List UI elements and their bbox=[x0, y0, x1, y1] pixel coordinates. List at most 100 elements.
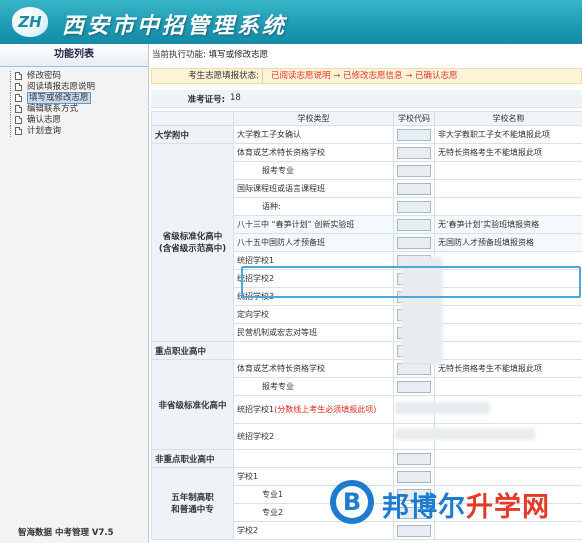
school-name-cell bbox=[434, 341, 582, 360]
main-panel: 当前执行功能: 填写或修改志愿 考生志愿填报状态: 已阅读志愿说明 → 已修改志愿… bbox=[149, 44, 582, 543]
site-watermark: B 邦博尔升学网 bbox=[330, 480, 580, 525]
school-code-cell bbox=[393, 125, 435, 144]
school-name-cell bbox=[434, 269, 582, 288]
school-name-note: 无‘春笋计划’实验班填报资格 bbox=[434, 215, 582, 234]
table-row: 大学附中 大学教工子女确认 非大学教职工子女不能填报此项 bbox=[151, 125, 582, 144]
document-icon bbox=[15, 127, 22, 135]
app-logo: ZH bbox=[12, 7, 48, 37]
document-icon bbox=[15, 83, 22, 91]
current-function-value: 填写或修改志愿 bbox=[208, 50, 269, 60]
school-name-cell bbox=[434, 251, 582, 270]
school-code-input[interactable] bbox=[397, 200, 431, 213]
table-row: 非省级标准化高中 体育或艺术特长资格学校 无特长资格考生不能填报此项 bbox=[151, 359, 582, 450]
menu-item-change-password[interactable]: 修改密码 bbox=[0, 71, 148, 82]
function-menu: 修改密码 阅读填报志愿说明 填写或修改志愿 编辑联系方式 确认志愿 计划查询 bbox=[0, 71, 148, 137]
current-function: 当前执行功能: 填写或修改志愿 bbox=[152, 48, 268, 60]
school-code-cell bbox=[393, 143, 435, 162]
watermark-text-b: 升学网 bbox=[466, 492, 550, 523]
system-title: 西安市中招管理系统 bbox=[62, 13, 288, 39]
school-name-cell bbox=[434, 197, 582, 216]
status-label: 考生志愿填报状态: bbox=[152, 69, 263, 83]
menu-item-label[interactable]: 确认志愿 bbox=[27, 115, 61, 125]
header-school-type: 学校类型 bbox=[233, 111, 394, 126]
school-code-input[interactable] bbox=[397, 128, 431, 141]
document-icon bbox=[15, 94, 22, 102]
menu-item-confirm-application[interactable]: 确认志愿 bbox=[0, 115, 148, 126]
school-name-cell bbox=[434, 377, 582, 396]
footer-version: 智海数据 中考管理 V7.5 bbox=[18, 528, 114, 538]
application-status-bar: 考生志愿填报状态: 已阅读志愿说明 → 已修改志愿信息 → 已确认志愿 bbox=[151, 68, 582, 84]
app-header: ZH 西安市中招管理系统 bbox=[0, 0, 582, 44]
school-type bbox=[233, 449, 394, 468]
school-code-input[interactable] bbox=[397, 218, 431, 231]
school-code-input[interactable] bbox=[397, 524, 431, 537]
school-type: 报考专业 bbox=[233, 161, 394, 180]
school-code-cell bbox=[393, 197, 435, 216]
exam-number-label: 准考证号: bbox=[187, 95, 225, 105]
school-name-cell bbox=[434, 323, 582, 342]
school-name-cell bbox=[434, 449, 582, 468]
school-type: 统招学校3 bbox=[233, 287, 394, 306]
exam-number-row: 准考证号: 18 bbox=[151, 90, 582, 108]
menu-item-fill-application[interactable]: 填写或修改志愿 bbox=[0, 92, 148, 104]
application-table: 学校类型 学校代码 学校名称 大学附中 大学教工子女确认 非大学教职工子女不能填… bbox=[151, 111, 582, 540]
school-code-input[interactable] bbox=[397, 380, 431, 393]
category-university-affiliated: 大学附中 bbox=[151, 125, 234, 144]
school-name-cell bbox=[434, 287, 582, 306]
school-code-cell bbox=[393, 161, 435, 180]
watermark-logo-icon: B bbox=[330, 480, 374, 524]
school-code-cell bbox=[393, 179, 435, 198]
school-code-input[interactable] bbox=[397, 236, 431, 249]
current-function-label: 当前执行功能: bbox=[152, 50, 206, 60]
school-type: 统招学校2 bbox=[233, 423, 394, 450]
menu-item-label[interactable]: 计划查询 bbox=[27, 126, 61, 136]
school-type-required-note: (分数线上考生必须填报此项) bbox=[274, 405, 377, 414]
document-icon bbox=[15, 105, 22, 113]
school-type-label: 统招学校1 bbox=[237, 405, 275, 414]
school-name-note: 无国防人才预备班填报资格 bbox=[434, 233, 582, 252]
header-school-code: 学校代码 bbox=[393, 111, 435, 126]
table-row: 非重点职业高中 bbox=[151, 449, 582, 468]
category-key-vocational: 重点职业高中 bbox=[151, 341, 234, 360]
table-row: 省级标准化高中 (含省级示范高中) 体育或艺术特长资格学校 无特长资格考生不能填… bbox=[151, 143, 582, 342]
school-type: 定向学校 bbox=[233, 305, 394, 324]
menu-item-plan-query[interactable]: 计划查询 bbox=[0, 126, 148, 137]
watermark-logo-glyph: B bbox=[336, 486, 368, 518]
document-icon bbox=[15, 72, 22, 80]
menu-item-label[interactable]: 修改密码 bbox=[27, 71, 61, 81]
school-code-input[interactable] bbox=[397, 164, 431, 177]
school-code-cell bbox=[393, 215, 435, 234]
school-type bbox=[233, 341, 394, 360]
school-code-input[interactable] bbox=[397, 146, 431, 159]
menu-item-label[interactable]: 填写或修改志愿 bbox=[27, 92, 91, 104]
sidebar-title: 功能列表 bbox=[0, 44, 148, 67]
redacted-area bbox=[395, 428, 535, 440]
table-row: 重点职业高中 bbox=[151, 341, 582, 360]
menu-item-edit-contact[interactable]: 编辑联系方式 bbox=[0, 104, 148, 115]
document-icon bbox=[15, 116, 22, 124]
school-type: 体育或艺术特长资格学校 bbox=[233, 359, 394, 378]
school-type: 语种: bbox=[233, 197, 394, 216]
school-type: 统招学校1(分数线上考生必须填报此项) bbox=[233, 395, 394, 424]
sidebar: 功能列表 修改密码 阅读填报志愿说明 填写或修改志愿 编辑联系方式 确认志愿 计… bbox=[0, 44, 149, 543]
school-name-note: 无特长资格考生不能填报此项 bbox=[434, 359, 582, 378]
menu-item-label[interactable]: 编辑联系方式 bbox=[27, 104, 78, 114]
school-type: 报考专业 bbox=[233, 377, 394, 396]
school-type: 国际课程班或语言课程班 bbox=[233, 179, 394, 198]
menu-item-label[interactable]: 阅读填报志愿说明 bbox=[27, 82, 95, 92]
status-steps: 已阅读志愿说明 → 已修改志愿信息 → 已确认志愿 bbox=[271, 71, 458, 81]
school-code-input[interactable] bbox=[397, 182, 431, 195]
school-type: 大学教工子女确认 bbox=[233, 125, 394, 144]
school-code-input[interactable] bbox=[397, 452, 431, 465]
school-name-note: 非大学教职工子女不能填报此项 bbox=[434, 125, 582, 144]
school-type: 体育或艺术特长资格学校 bbox=[233, 143, 394, 162]
school-type: 统招学校2 bbox=[233, 269, 394, 288]
school-code-cell bbox=[393, 377, 435, 396]
table-header-row: 学校类型 学校代码 学校名称 bbox=[151, 111, 582, 126]
header-school-name: 学校名称 bbox=[434, 111, 582, 126]
school-name-cell bbox=[434, 179, 582, 198]
school-type: 八十五中国防人才预备班 bbox=[233, 233, 394, 252]
school-type: 统招学校1 bbox=[233, 251, 394, 270]
school-name-note: 无特长资格考生不能填报此项 bbox=[434, 143, 582, 162]
school-name-cell bbox=[434, 305, 582, 324]
